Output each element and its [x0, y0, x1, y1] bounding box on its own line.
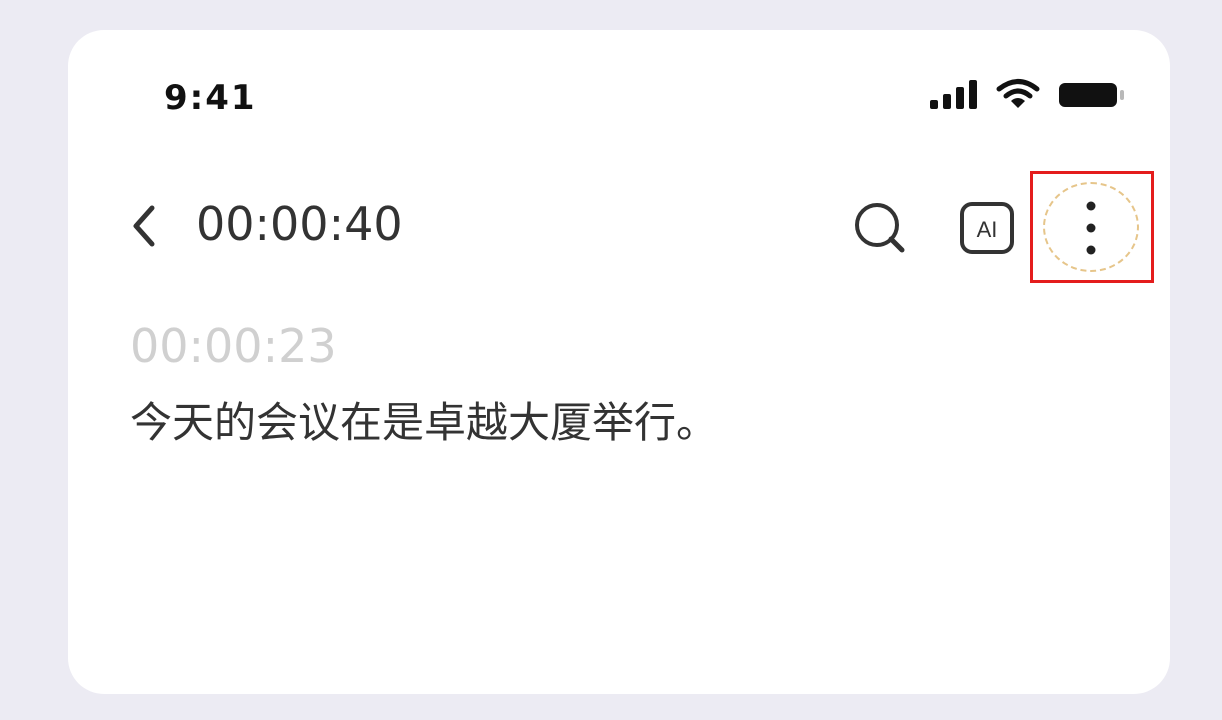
transcript-text[interactable]: 今天的会议在是卓越大厦举行。: [130, 394, 718, 452]
wifi-icon: [996, 79, 1040, 108]
chevron-left-icon: [133, 205, 155, 247]
signal-icon: [930, 80, 977, 109]
recording-duration: 00:00:40: [196, 197, 403, 251]
ai-icon-label: AI: [977, 217, 998, 242]
battery-icon: [1059, 83, 1124, 107]
more-options-button[interactable]: [1030, 171, 1154, 283]
more-vertical-icon: [1086, 201, 1096, 255]
search-icon: [855, 203, 905, 253]
search-button[interactable]: [850, 198, 910, 258]
back-button[interactable]: [124, 198, 164, 254]
transcript-timestamp[interactable]: 00:00:23: [130, 318, 337, 374]
recording-card: 9:41 00:00:40 AI 00:00:23 今天的会议在是卓越大厦举行。: [68, 30, 1170, 694]
status-time: 9:41: [164, 78, 257, 118]
ai-icon: AI: [960, 202, 1014, 254]
ai-button[interactable]: AI: [958, 200, 1016, 256]
